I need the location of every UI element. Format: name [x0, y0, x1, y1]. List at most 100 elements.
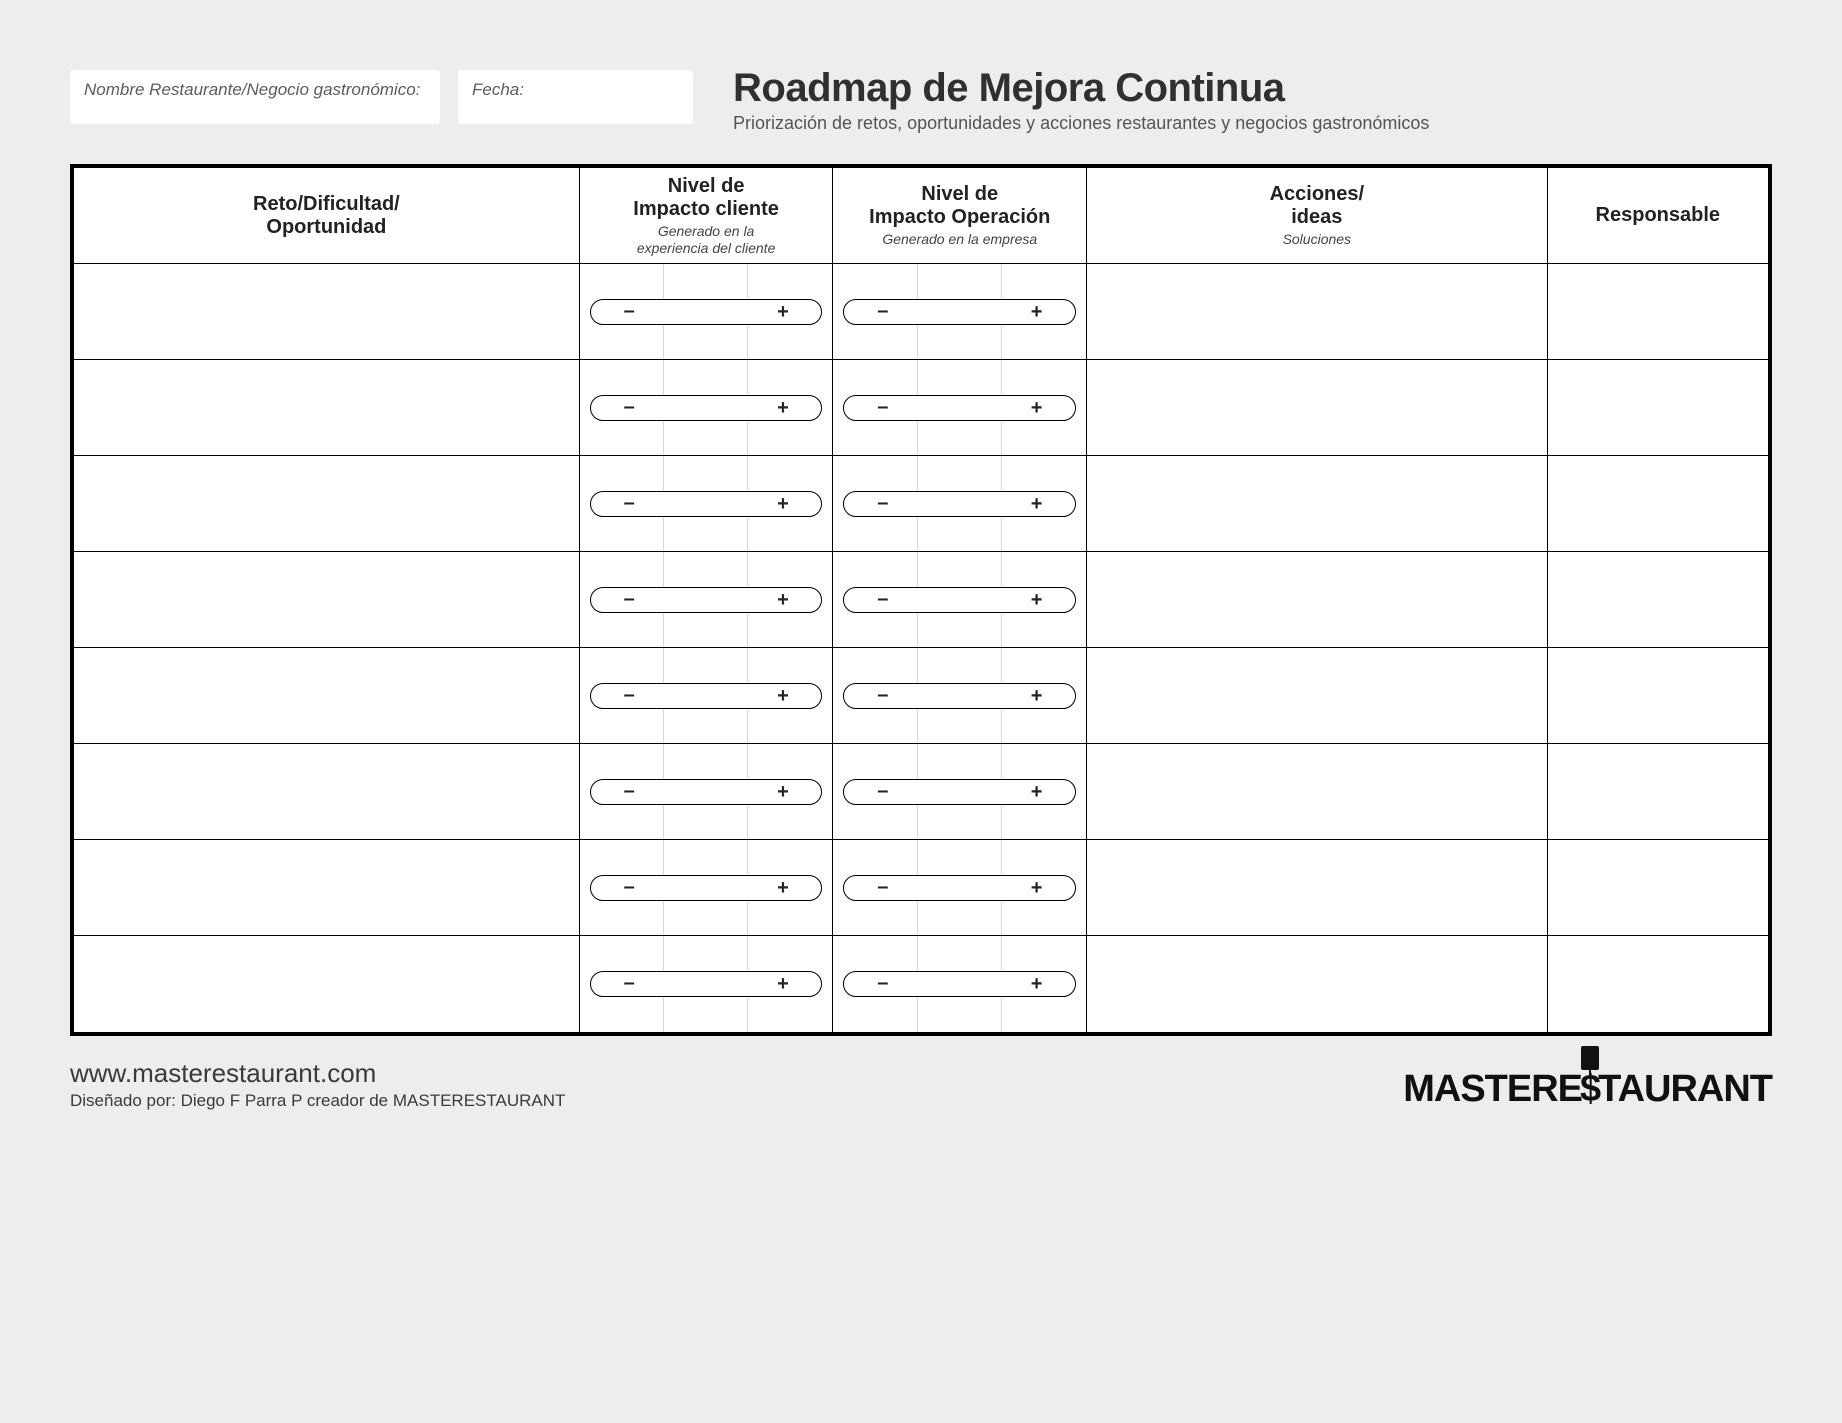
impact-client-cell: –+ — [580, 648, 834, 744]
impact-slider[interactable]: –+ — [843, 971, 1076, 997]
minus-icon: – — [844, 877, 921, 899]
impact-slider[interactable]: –+ — [843, 491, 1076, 517]
header-bar: Nombre Restaurante/Negocio gastronómico:… — [70, 70, 1772, 134]
table-row: –+–+ — [74, 264, 1768, 360]
impact-operation-cell: –+ — [833, 264, 1087, 360]
responsible-cell[interactable] — [1548, 264, 1768, 360]
actions-cell[interactable] — [1087, 936, 1547, 1032]
minus-icon: – — [844, 589, 921, 611]
impact-slider[interactable]: –+ — [843, 587, 1076, 613]
plus-icon: + — [998, 878, 1075, 898]
impact-slider[interactable]: –+ — [843, 395, 1076, 421]
impact-client-cell: –+ — [580, 840, 834, 936]
impact-slider[interactable]: –+ — [843, 683, 1076, 709]
restaurant-name-field[interactable]: Nombre Restaurante/Negocio gastronómico: — [70, 70, 440, 124]
logo-text-left: MASTERE — [1403, 1068, 1582, 1111]
minus-icon: – — [591, 493, 668, 515]
plus-icon: + — [998, 974, 1075, 994]
col-header-impact-client-sub: Generado en laexperiencia del cliente — [586, 223, 827, 255]
plus-icon: + — [998, 494, 1075, 514]
plus-icon: + — [745, 302, 822, 322]
minus-icon: – — [844, 397, 921, 419]
impact-slider[interactable]: –+ — [843, 875, 1076, 901]
plus-icon: + — [998, 590, 1075, 610]
plus-icon: + — [745, 974, 822, 994]
responsible-cell[interactable] — [1548, 936, 1768, 1032]
impact-operation-cell: –+ — [833, 840, 1087, 936]
impact-slider[interactable]: –+ — [843, 299, 1076, 325]
challenge-cell[interactable] — [74, 360, 580, 456]
responsible-cell[interactable] — [1548, 744, 1768, 840]
challenge-cell[interactable] — [74, 840, 580, 936]
minus-icon: – — [844, 781, 921, 803]
footer-credit: Diseñado por: Diego F Parra P creador de… — [70, 1091, 565, 1111]
col-header-impact-operation: Nivel deImpacto Operación Generado en la… — [833, 168, 1087, 264]
impact-client-cell: –+ — [580, 936, 834, 1032]
impact-slider[interactable]: –+ — [843, 779, 1076, 805]
impact-slider[interactable]: –+ — [590, 971, 823, 997]
footer-left: www.masterestaurant.com Diseñado por: Di… — [70, 1058, 565, 1111]
responsible-cell[interactable] — [1548, 456, 1768, 552]
title-block: Roadmap de Mejora Continua Priorización … — [723, 70, 1772, 134]
responsible-cell[interactable] — [1548, 648, 1768, 744]
footer-url: www.masterestaurant.com — [70, 1058, 565, 1089]
impact-slider[interactable]: –+ — [590, 491, 823, 517]
plus-icon: + — [745, 878, 822, 898]
minus-icon: – — [591, 877, 668, 899]
col-header-challenge: Reto/Dificultad/Oportunidad — [74, 168, 580, 264]
actions-cell[interactable] — [1087, 360, 1547, 456]
responsible-cell[interactable] — [1548, 552, 1768, 648]
challenge-cell[interactable] — [74, 648, 580, 744]
plus-icon: + — [998, 302, 1075, 322]
plus-icon: + — [998, 782, 1075, 802]
impact-operation-cell: –+ — [833, 456, 1087, 552]
actions-cell[interactable] — [1087, 840, 1547, 936]
impact-slider[interactable]: –+ — [590, 875, 823, 901]
col-header-actions: Acciones/ideas Soluciones — [1087, 168, 1547, 264]
impact-slider[interactable]: –+ — [590, 395, 823, 421]
table-row: –+ –+ — [74, 648, 1768, 744]
challenge-cell[interactable] — [74, 264, 580, 360]
minus-icon: – — [591, 397, 668, 419]
table-row: –+–+ — [74, 744, 1768, 840]
footer: www.masterestaurant.com Diseñado por: Di… — [70, 1058, 1772, 1111]
actions-cell[interactable] — [1087, 648, 1547, 744]
page-subtitle: Priorización de retos, oportunidades y a… — [733, 113, 1772, 134]
responsible-cell[interactable] — [1548, 840, 1768, 936]
actions-cell[interactable] — [1087, 264, 1547, 360]
impact-client-cell: –+ — [580, 456, 834, 552]
date-label: Fecha: — [472, 80, 524, 99]
logo-dollar-icon: $ — [1580, 1068, 1600, 1111]
plus-icon: + — [745, 782, 822, 802]
col-header-responsible-title: Responsable — [1554, 204, 1762, 227]
impact-slider[interactable]: –+ — [590, 587, 823, 613]
responsible-cell[interactable] — [1548, 360, 1768, 456]
minus-icon: – — [844, 301, 921, 323]
minus-icon: – — [844, 973, 921, 995]
page-title: Roadmap de Mejora Continua — [733, 66, 1772, 111]
impact-client-cell: –+ — [580, 360, 834, 456]
col-header-impact-operation-sub: Generado en la empresa — [839, 231, 1080, 247]
roadmap-table: Reto/Dificultad/Oportunidad Nivel deImpa… — [70, 164, 1772, 1036]
flag-icon — [1581, 1046, 1599, 1070]
impact-operation-cell: –+ — [833, 936, 1087, 1032]
plus-icon: + — [745, 590, 822, 610]
challenge-cell[interactable] — [74, 744, 580, 840]
actions-cell[interactable] — [1087, 744, 1547, 840]
impact-client-cell: –+ — [580, 264, 834, 360]
challenge-cell[interactable] — [74, 552, 580, 648]
impact-slider[interactable]: –+ — [590, 299, 823, 325]
actions-cell[interactable] — [1087, 456, 1547, 552]
minus-icon: – — [591, 589, 668, 611]
minus-icon: – — [591, 301, 668, 323]
challenge-cell[interactable] — [74, 936, 580, 1032]
impact-slider[interactable]: –+ — [590, 683, 823, 709]
col-header-challenge-title: Reto/Dificultad/Oportunidad — [80, 193, 573, 239]
col-header-actions-sub: Soluciones — [1093, 231, 1540, 247]
impact-slider[interactable]: –+ — [590, 779, 823, 805]
date-field[interactable]: Fecha: — [458, 70, 693, 124]
plus-icon: + — [998, 398, 1075, 418]
plus-icon: + — [745, 686, 822, 706]
actions-cell[interactable] — [1087, 552, 1547, 648]
challenge-cell[interactable] — [74, 456, 580, 552]
